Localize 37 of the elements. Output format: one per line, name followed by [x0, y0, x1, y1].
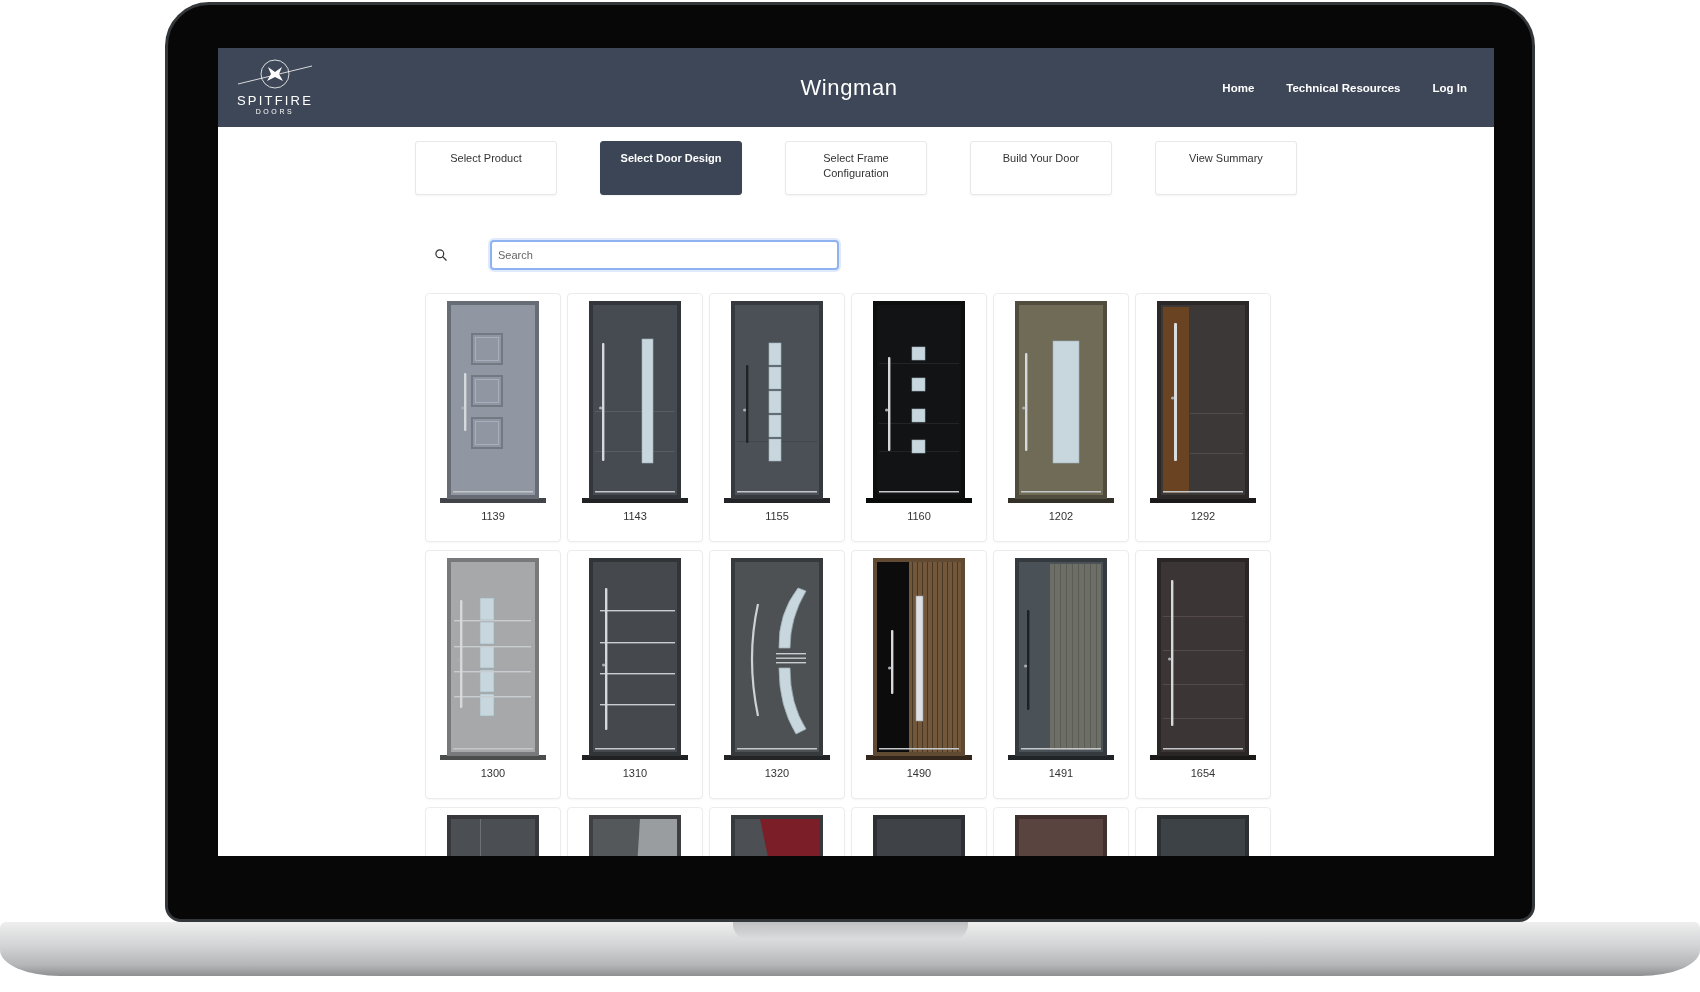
door-code: 1160: [907, 509, 931, 523]
search-field[interactable]: Search: [490, 240, 839, 270]
door-code: 1654: [1190, 766, 1216, 780]
door-code: 1292: [1190, 509, 1216, 523]
door-card[interactable]: 1320: [709, 550, 845, 799]
door-card[interactable]: 1310: [567, 550, 703, 799]
door-code: 1202: [1048, 509, 1074, 523]
door-code: 1143: [623, 509, 647, 523]
nav-link[interactable]: Log In: [1432, 81, 1467, 94]
door-code: 1490: [906, 766, 932, 780]
app-title: Wingman: [800, 74, 898, 101]
door-code: 1491: [1048, 766, 1074, 780]
door-card[interactable]: 1490: [851, 550, 987, 799]
door-card[interactable]: 1202: [993, 293, 1129, 542]
step-tab[interactable]: Build Your Door: [970, 141, 1112, 195]
nav-link[interactable]: Home: [1222, 81, 1255, 94]
door-card[interactable]: 1139: [425, 293, 561, 542]
door-code: 1310: [622, 766, 648, 780]
step-tab[interactable]: Select Door Design: [600, 141, 742, 195]
step-tab[interactable]: View Summary: [1155, 141, 1297, 195]
nav-link[interactable]: Technical Resources: [1286, 81, 1401, 94]
door-code: 1155: [765, 509, 789, 523]
step-tab[interactable]: Select Frame Configuration: [785, 141, 927, 195]
door-card[interactable]: 1160: [851, 293, 987, 542]
door-code: 1139: [481, 509, 505, 523]
step-tab[interactable]: Select Product: [415, 141, 557, 195]
door-code: 1320: [764, 766, 790, 780]
door-card[interactable]: 1300: [425, 550, 561, 799]
door-card[interactable]: 1491: [993, 550, 1129, 799]
logo-wordmark: SPITFIRE: [236, 94, 314, 108]
door-code: 1300: [480, 766, 506, 780]
door-card[interactable]: 1292: [1135, 293, 1271, 542]
plane-logo-icon: [237, 59, 313, 90]
door-card[interactable]: 1654: [1135, 550, 1271, 799]
door-card[interactable]: 1155: [709, 293, 845, 542]
search-icon: [435, 249, 447, 261]
door-card[interactable]: 1143: [567, 293, 703, 542]
